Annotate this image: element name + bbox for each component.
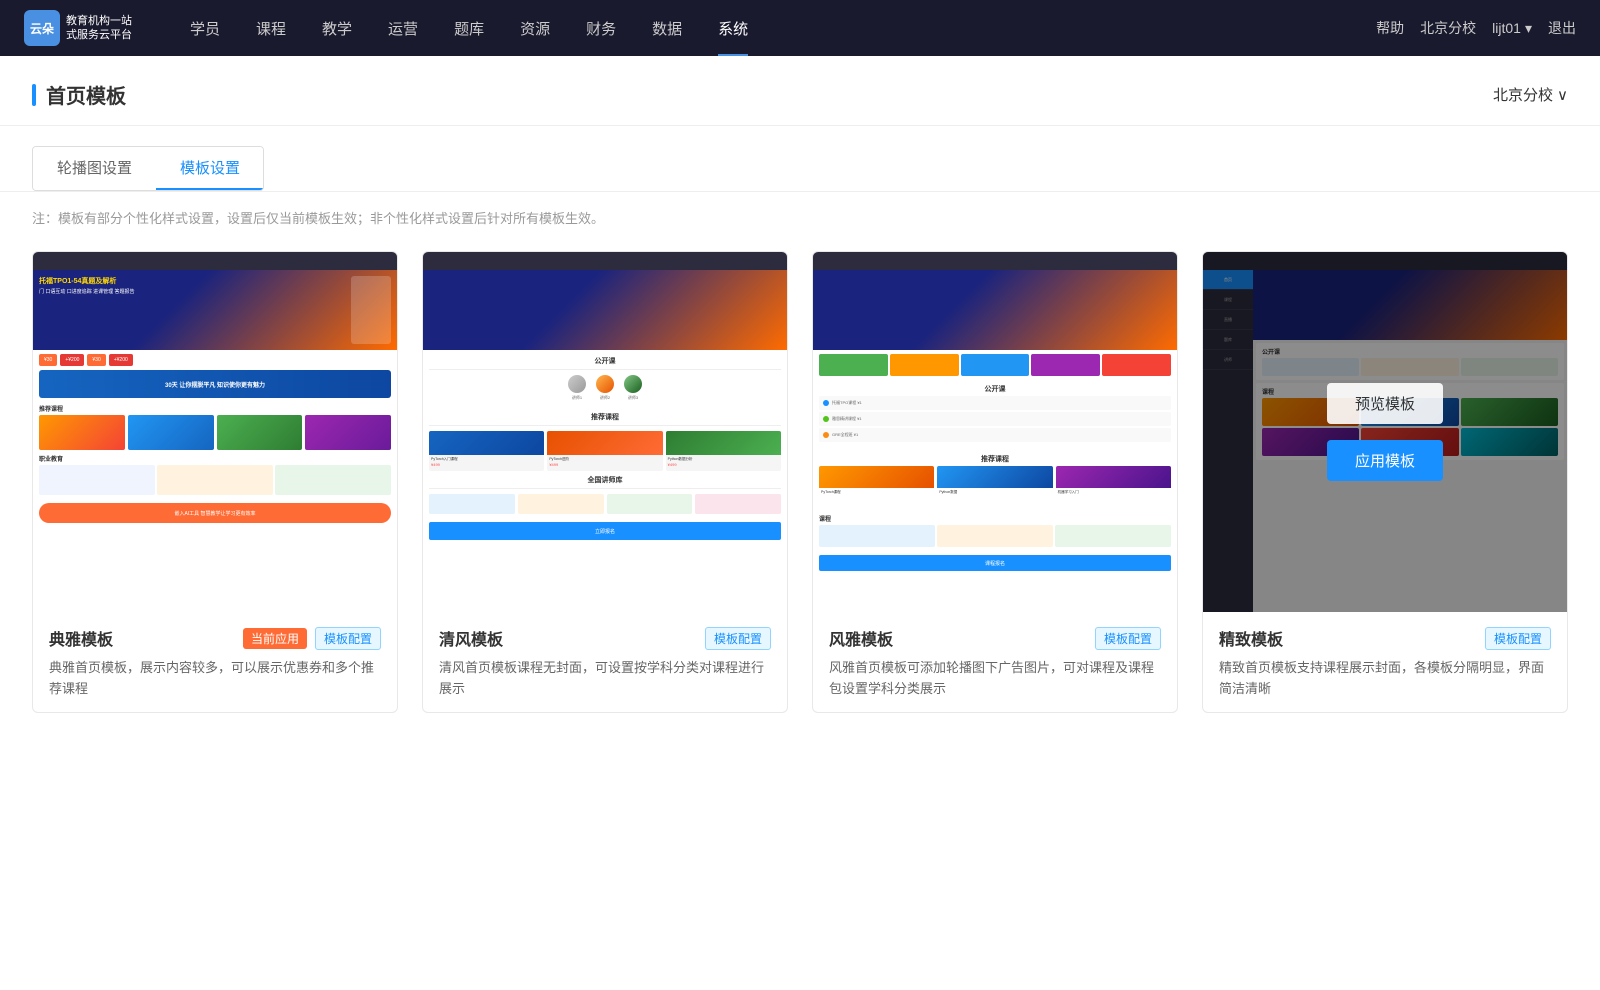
main-content: 首页模板 北京分校 ∨ 轮播图设置 模板设置 注：模板有部分个性化样式设置，设置… <box>0 56 1600 990</box>
nav-user-dropdown[interactable]: lijt01 ▾ <box>1492 20 1532 37</box>
template-badges-qingfeng: 模板配置 <box>705 627 771 650</box>
tab-template[interactable]: 模板设置 <box>156 147 264 190</box>
preview-button-jingzhi[interactable]: 预览模板 <box>1327 383 1443 424</box>
template-footer-fengya: 风雅模板 模板配置 风雅首页模板可添加轮播图下广告图片，可对课程及课程包设置学科… <box>813 612 1177 712</box>
badge-current-elegant: 当前应用 <box>243 628 307 649</box>
preview-button-elegant[interactable]: 预览模板 <box>157 383 273 424</box>
template-name-fengya: 风雅模板 <box>829 626 893 650</box>
template-name-elegant: 典雅模板 <box>49 626 113 650</box>
logo-icon: 云朵 <box>24 10 60 46</box>
navigation: 云朵 教育机构一站 式服务云平台 学员 课程 教学 运营 题库 资源 财务 数据… <box>0 0 1600 56</box>
template-name-row-qingfeng: 清风模板 模板配置 <box>439 626 771 650</box>
nav-item-resource[interactable]: 资源 <box>502 0 568 56</box>
apply-button-elegant[interactable]: 应用模板 <box>157 440 273 481</box>
chevron-down-icon: ∨ <box>1557 86 1568 104</box>
page-title-bar <box>32 84 36 106</box>
nav-item-finance[interactable]: 财务 <box>568 0 634 56</box>
template-footer-elegant: 典雅模板 当前应用 模板配置 典雅首页模板，展示内容较多，可以展示优惠券和多个推… <box>33 612 397 712</box>
template-footer-qingfeng: 清风模板 模板配置 清风首页模板课程无封面，可设置按学科分类对课程进行展示 <box>423 612 787 712</box>
template-preview-jingzhi[interactable]: 首页 课程 直播 题库 讲师 公开课 <box>1203 252 1567 612</box>
logo-text: 教育机构一站 式服务云平台 <box>66 14 132 43</box>
logo: 云朵 教育机构一站 式服务云平台 <box>24 10 132 46</box>
template-name-row-jingzhi: 精致模板 模板配置 <box>1219 626 1551 650</box>
template-name-row-elegant: 典雅模板 当前应用 模板配置 <box>49 626 381 650</box>
badge-config-fengya[interactable]: 模板配置 <box>1095 627 1161 650</box>
nav-item-course[interactable]: 课程 <box>238 0 304 56</box>
template-desc-jingzhi: 精致首页模板支持课程展示封面，各模板分隔明显，界面简洁清晰 <box>1219 658 1551 700</box>
nav-item-teaching[interactable]: 教学 <box>304 0 370 56</box>
tabs-container: 轮播图设置 模板设置 <box>0 126 1600 192</box>
badge-config-elegant[interactable]: 模板配置 <box>315 627 381 650</box>
template-badges-elegant: 当前应用 模板配置 <box>243 627 381 650</box>
apply-button-jingzhi[interactable]: 应用模板 <box>1327 440 1443 481</box>
template-note: 注：模板有部分个性化样式设置，设置后仅当前模板生效；非个性化样式设置后针对所有模… <box>0 192 1600 243</box>
apply-button-qingfeng[interactable]: 应用模板 <box>547 440 663 481</box>
template-card-jingzhi: 首页 课程 直播 题库 讲师 公开课 <box>1202 251 1568 713</box>
badge-config-jingzhi[interactable]: 模板配置 <box>1485 627 1551 650</box>
template-preview-qingfeng[interactable]: 公开课 讲师1 讲师2 <box>423 252 787 612</box>
apply-button-fengya[interactable]: 应用模板 <box>937 440 1053 481</box>
nav-item-system[interactable]: 系统 <box>700 0 766 56</box>
template-desc-qingfeng: 清风首页模板课程无封面，可设置按学科分类对课程进行展示 <box>439 658 771 700</box>
nav-item-student[interactable]: 学员 <box>172 0 238 56</box>
template-card-elegant: 托福TPO1-54真题及解析 门 口语互动 口进度追踪 进课管理 答题报告 ¥3… <box>32 251 398 713</box>
nav-branch[interactable]: 北京分校 <box>1420 18 1476 38</box>
template-card-fengya: 公开课 托福TPO课程 ¥1 雅思精讲课程 ¥1 <box>812 251 1178 713</box>
template-preview-fengya[interactable]: 公开课 托福TPO课程 ¥1 雅思精讲课程 ¥1 <box>813 252 1177 612</box>
template-preview-elegant[interactable]: 托福TPO1-54真题及解析 门 口语互动 口进度追踪 进课管理 答题报告 ¥3… <box>33 252 397 612</box>
preview-button-fengya[interactable]: 预览模板 <box>937 383 1053 424</box>
nav-item-operation[interactable]: 运营 <box>370 0 436 56</box>
badge-config-qingfeng[interactable]: 模板配置 <box>705 627 771 650</box>
preview-button-qingfeng[interactable]: 预览模板 <box>547 383 663 424</box>
tab-carousel[interactable]: 轮播图设置 <box>33 147 157 190</box>
nav-items: 学员 课程 教学 运营 题库 资源 财务 数据 系统 <box>172 0 1376 56</box>
nav-help[interactable]: 帮助 <box>1376 18 1404 38</box>
nav-item-data[interactable]: 数据 <box>634 0 700 56</box>
branch-selector[interactable]: 北京分校 ∨ <box>1493 84 1568 105</box>
page-title-wrap: 首页模板 <box>32 80 126 109</box>
chevron-down-icon: ▾ <box>1525 20 1532 37</box>
template-footer-jingzhi: 精致模板 模板配置 精致首页模板支持课程展示封面，各模板分隔明显，界面简洁清晰 <box>1203 612 1567 712</box>
template-desc-fengya: 风雅首页模板可添加轮播图下广告图片，可对课程及课程包设置学科分类展示 <box>829 658 1161 700</box>
nav-right: 帮助 北京分校 lijt01 ▾ 退出 <box>1376 18 1576 38</box>
template-badges-jingzhi: 模板配置 <box>1485 627 1551 650</box>
template-overlay-jingzhi: 预览模板 应用模板 <box>1203 252 1567 612</box>
template-name-qingfeng: 清风模板 <box>439 626 503 650</box>
template-desc-elegant: 典雅首页模板，展示内容较多，可以展示优惠券和多个推荐课程 <box>49 658 381 700</box>
template-card-qingfeng: 公开课 讲师1 讲师2 <box>422 251 788 713</box>
page-title: 首页模板 <box>46 80 126 109</box>
template-badges-fengya: 模板配置 <box>1095 627 1161 650</box>
template-name-row-fengya: 风雅模板 模板配置 <box>829 626 1161 650</box>
template-grid: 托福TPO1-54真题及解析 门 口语互动 口进度追踪 进课管理 答题报告 ¥3… <box>0 243 1600 753</box>
page-header: 首页模板 北京分校 ∨ <box>0 56 1600 126</box>
nav-logout[interactable]: 退出 <box>1548 18 1576 38</box>
template-name-jingzhi: 精致模板 <box>1219 626 1283 650</box>
tab-group: 轮播图设置 模板设置 <box>32 146 264 191</box>
nav-item-question[interactable]: 题库 <box>436 0 502 56</box>
